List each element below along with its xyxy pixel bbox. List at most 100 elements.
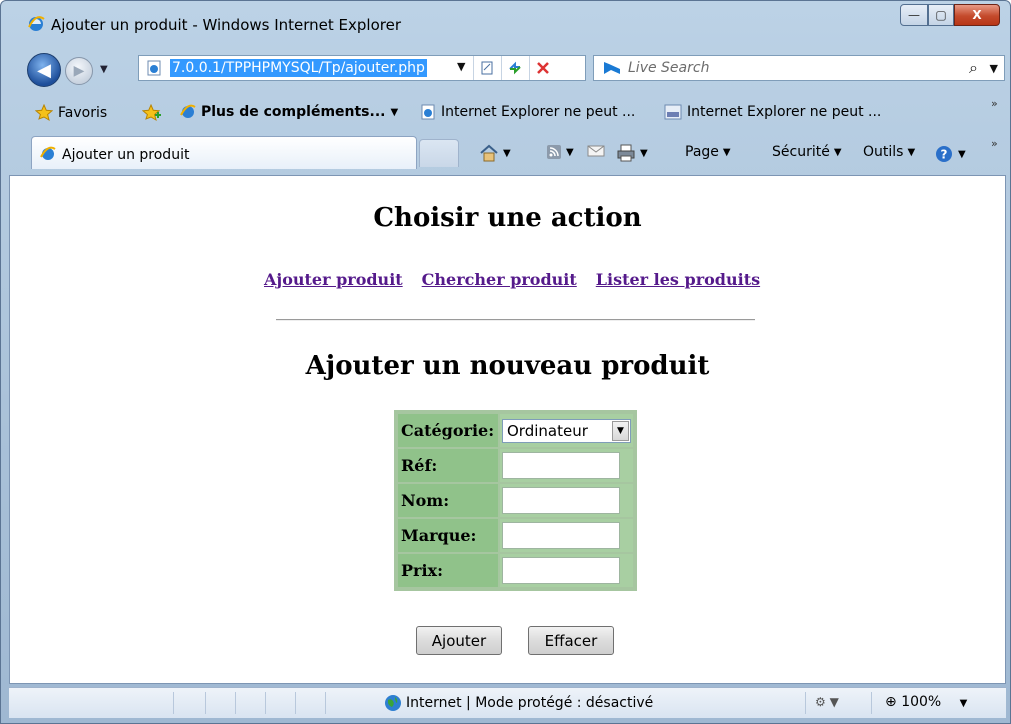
category-select-value: Ordinateur (507, 421, 588, 440)
category-cell: Ordinateur ▼ (500, 414, 633, 447)
address-url[interactable]: 7.0.0.1/TPPHPMYSQL/Tp/ajouter.php (170, 59, 427, 77)
tools-menu-label: Outils (863, 144, 904, 160)
status-divider (205, 692, 206, 714)
print-button[interactable]: ▼ (616, 144, 648, 162)
compatibility-view-icon[interactable] (473, 56, 500, 80)
print-icon (617, 144, 635, 162)
status-divider (265, 692, 266, 714)
maximize-button[interactable]: ▢ (928, 4, 954, 26)
horizontal-rule (276, 319, 755, 321)
search-go-icon[interactable]: ⌕ (969, 58, 978, 78)
close-button[interactable]: X (954, 4, 1000, 26)
protected-mode-icon[interactable]: ⚙ ▼ (815, 695, 839, 709)
favorite-link-1-label: Internet Explorer ne peut ... (441, 104, 636, 120)
chevron-down-icon: ▼ (566, 146, 574, 158)
home-icon (480, 144, 498, 162)
refresh-icon[interactable] (501, 56, 528, 80)
home-button[interactable]: ▼ (479, 144, 511, 162)
brand-input[interactable] (502, 522, 620, 549)
action-links: Ajouter produit Chercher produit Lister le… (264, 270, 779, 289)
search-box[interactable]: Live Search ⌕ ▼ (593, 55, 1005, 81)
internet-zone-icon (385, 695, 401, 711)
chevron-down-icon: ▼ (640, 147, 648, 159)
form-row-category: Catégorie: Ordinateur ▼ (398, 414, 633, 447)
add-favorite-button[interactable] (142, 104, 162, 122)
ref-input[interactable] (502, 452, 620, 479)
favorite-link-2-label: Internet Explorer ne peut ... (687, 104, 882, 120)
page-menu-label: Page (685, 144, 719, 160)
link-ajouter-produit[interactable]: Ajouter produit (264, 270, 403, 289)
link-lister-produits[interactable]: Lister les produits (596, 270, 760, 289)
page-icon (421, 104, 435, 120)
minimize-button[interactable]: — (900, 4, 928, 26)
internet-explorer-icon (40, 146, 56, 160)
feeds-button[interactable]: ▼ (546, 144, 574, 160)
forward-button[interactable]: ▶ (65, 57, 93, 85)
favorites-overflow-icon[interactable]: » (991, 97, 998, 110)
stop-icon[interactable] (529, 56, 556, 80)
product-form: Catégorie: Ordinateur ▼ Réf: Nom: Marque… (394, 410, 637, 591)
search-dropdown-icon[interactable]: ▼ (990, 62, 998, 75)
zoom-control[interactable]: ⊕ 100% ▼ (885, 694, 967, 710)
ref-cell (500, 449, 633, 482)
tab-label: Ajouter un produit (62, 147, 190, 163)
category-select[interactable]: Ordinateur ▼ (502, 418, 631, 443)
name-cell (500, 484, 633, 517)
title-bar[interactable]: Ajouter un produit - Windows Internet Ex… (1, 1, 1010, 41)
link-chercher-produit[interactable]: Chercher produit (422, 270, 577, 289)
submit-button[interactable]: Ajouter (416, 626, 502, 655)
status-divider (235, 692, 236, 714)
form-row-price: Prix: (398, 554, 633, 587)
tab-row: Ajouter un produit ▼ ▼ ▼ Page ▼ Sécurité… (1, 133, 1010, 171)
chevron-down-icon: ▼ (958, 148, 966, 160)
back-button[interactable]: ◀ (27, 53, 61, 87)
favorite-link-1[interactable]: Internet Explorer ne peut ... (420, 104, 635, 120)
reset-button[interactable]: Effacer (528, 626, 614, 655)
form-row-ref: Réf: (398, 449, 633, 482)
new-tab-button[interactable] (419, 139, 459, 167)
more-addons-link[interactable]: Plus de compléments... ▼ (180, 104, 398, 120)
favorites-button[interactable]: Favoris (35, 104, 107, 122)
internet-explorer-icon (28, 16, 45, 31)
command-overflow-icon[interactable]: » (991, 137, 998, 150)
window-title: Ajouter un produit - Windows Internet Ex… (51, 16, 402, 34)
tools-menu[interactable]: Outils ▼ (863, 144, 915, 160)
more-addons-label: Plus de compléments... (201, 104, 386, 120)
tab-ajouter-produit[interactable]: Ajouter un produit (31, 136, 417, 169)
browser-window: Ajouter un produit - Windows Internet Ex… (0, 0, 1011, 724)
chevron-down-icon: ▼ (833, 146, 842, 158)
help-button[interactable]: ? ▼ (934, 144, 966, 164)
brand-label: Marque: (398, 519, 498, 552)
live-search-icon (604, 62, 620, 74)
chevron-down-icon: ▼ (722, 146, 731, 158)
rss-feed-icon (547, 145, 561, 159)
form-title: Ajouter un nouveau produit (305, 351, 710, 381)
zoom-icon: ⊕ (885, 694, 897, 710)
address-dropdown-icon[interactable]: ▼ (457, 60, 465, 73)
price-input[interactable] (502, 557, 620, 584)
search-placeholder: Live Search (628, 60, 710, 76)
chevron-down-icon: ▼ (390, 106, 399, 118)
name-input[interactable] (502, 487, 620, 514)
navigation-bar: ◀ ▶ ▼ 7.0.0.1/TPPHPMYSQL/Tp/ajouter.php … (1, 49, 1010, 89)
chevron-down-icon: ▼ (959, 698, 968, 709)
chevron-down-icon[interactable]: ▼ (612, 420, 629, 441)
favorite-link-2[interactable]: Internet Explorer ne peut ... (664, 104, 881, 120)
chevron-down-icon: ▼ (907, 146, 916, 158)
page-menu[interactable]: Page ▼ (685, 144, 731, 160)
security-zone-text[interactable]: Internet | Mode protégé : désactivé (406, 695, 653, 711)
status-divider (173, 692, 174, 714)
mail-button[interactable] (587, 144, 605, 158)
address-bar[interactable]: 7.0.0.1/TPPHPMYSQL/Tp/ajouter.php ▼ (138, 55, 586, 81)
favorites-bar: Favoris Plus de compléments... ▼ Interne… (1, 97, 1010, 129)
security-menu[interactable]: Sécurité ▼ (772, 144, 842, 160)
mail-icon (587, 145, 605, 157)
status-divider (295, 692, 296, 714)
form-row-brand: Marque: (398, 519, 633, 552)
zoom-level: 100% (901, 694, 942, 710)
name-label: Nom: (398, 484, 498, 517)
help-icon: ? (936, 146, 952, 162)
category-label: Catégorie: (398, 414, 498, 447)
internet-explorer-icon (180, 104, 196, 118)
history-dropdown-icon[interactable]: ▼ (100, 64, 108, 75)
